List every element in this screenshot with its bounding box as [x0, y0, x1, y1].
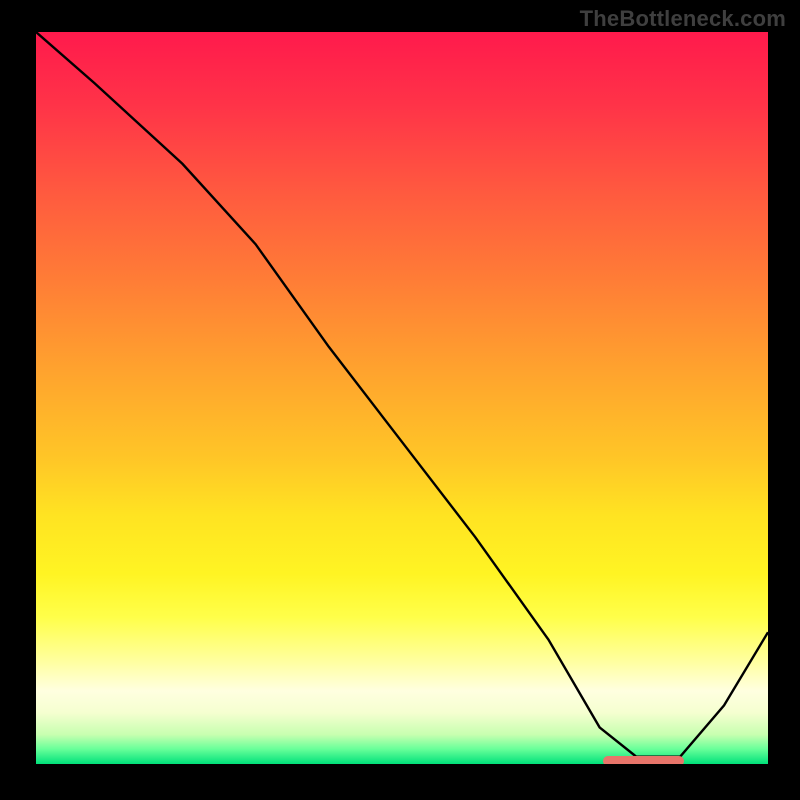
attribution-text: TheBottleneck.com	[580, 6, 786, 32]
chart-frame: TheBottleneck.com	[0, 0, 800, 800]
bottleneck-curve	[36, 32, 768, 764]
optimal-range-marker	[603, 756, 684, 766]
plot-area	[32, 32, 768, 768]
curve-path	[36, 32, 768, 757]
